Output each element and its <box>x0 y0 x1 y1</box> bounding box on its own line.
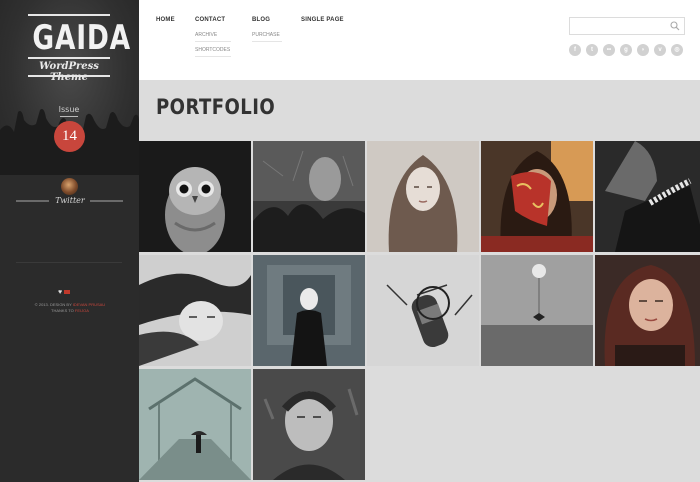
storm-portrait-image <box>253 141 365 252</box>
issue-number-badge[interactable]: 14 <box>54 121 85 152</box>
twitter-label[interactable]: Twitter <box>50 196 90 205</box>
logo-rule-top <box>28 14 110 16</box>
credits-author-link[interactable]: IDEVAN PRUSAU <box>73 302 105 307</box>
balloon-sea-image <box>481 255 593 366</box>
twitter-icon[interactable]: t <box>586 44 598 56</box>
issue-label: Issue <box>58 105 80 114</box>
nav-sub-divider <box>252 41 282 42</box>
umbrella-bridge-image <box>139 369 251 480</box>
nav-sub-shortcodes[interactable]: SHORTCODES <box>195 47 230 53</box>
nav-sub-archive[interactable]: ARCHIVE <box>195 32 217 38</box>
search-box <box>569 17 685 35</box>
portfolio-item-woman-in-rain[interactable] <box>253 369 365 480</box>
nav-sub-purchase[interactable]: PURCHASE <box>252 32 280 38</box>
nav-home[interactable]: HOME <box>156 17 175 23</box>
twitter-rule-left <box>16 200 49 202</box>
header: HOME CONTACT ARCHIVE SHORTCODES BLOG PUR… <box>139 0 700 80</box>
portfolio-item-umbrella-on-bridge[interactable] <box>139 369 251 480</box>
portfolio-item-lace-collar[interactable] <box>595 141 700 252</box>
nav-contact[interactable]: CONTACT <box>195 17 225 23</box>
page-title: PORTFOLIO <box>156 95 276 119</box>
issue-divider <box>60 116 78 117</box>
dribbble-icon[interactable]: ◎ <box>671 44 683 56</box>
portfolio-item-red-haired-woman[interactable] <box>595 255 700 366</box>
red-hair-portrait-image <box>595 255 700 366</box>
footer-credits: © 2013. DESIGN BY IDEVAN PRUSAU THANKS T… <box>20 302 120 314</box>
rain-portrait-image <box>253 369 365 480</box>
portfolio-item-woman-hair-blowing[interactable] <box>139 255 251 366</box>
twitter-rule-right <box>90 200 123 202</box>
thanks-prefix: THANKS TO <box>51 308 74 313</box>
rss-icon[interactable]: ◗ <box>637 44 649 56</box>
portfolio-item-woman-long-hair[interactable] <box>367 141 479 252</box>
heart-flag-row: ♥ <box>58 289 82 297</box>
logo-rule-middle <box>28 57 110 59</box>
owl-image <box>139 141 251 252</box>
masked-figure-image <box>253 255 365 366</box>
portfolio-item-microphone[interactable] <box>367 255 479 366</box>
portfolio-item-balloon-over-sea[interactable] <box>481 255 593 366</box>
vimeo-icon[interactable]: v <box>654 44 666 56</box>
nav-sub-divider <box>195 56 231 57</box>
portfolio-item-owl[interactable] <box>139 141 251 252</box>
sidebar: GAIDA WordPress Theme Issue 14 Twitter ♥… <box>0 0 139 482</box>
sidebar-divider <box>16 262 122 263</box>
mask-portrait-image <box>481 141 593 252</box>
thanks-author-link[interactable]: FEIJOA <box>75 308 89 313</box>
logo-rule-bottom <box>28 75 110 77</box>
twitter-avatar[interactable] <box>61 178 78 195</box>
logo-title[interactable]: GAIDA <box>32 18 130 58</box>
flickr-icon[interactable]: •• <box>603 44 615 56</box>
lace-collar-image <box>595 141 700 252</box>
google-icon[interactable]: g <box>620 44 632 56</box>
logo-subtitle: WordPress Theme <box>39 61 99 83</box>
search-input[interactable] <box>573 20 663 32</box>
nav-single-page[interactable]: SINGLE PAGE <box>301 17 344 23</box>
nav-blog[interactable]: BLOG <box>252 17 270 23</box>
portfolio-item-venetian-mask[interactable] <box>481 141 593 252</box>
facebook-icon[interactable]: f <box>569 44 581 56</box>
portfolio-item-masked-figure[interactable] <box>253 255 365 366</box>
nav-sub-divider <box>195 41 231 42</box>
portfolio-item-girl-in-storm[interactable] <box>253 141 365 252</box>
long-hair-portrait-image <box>367 141 479 252</box>
microphone-image <box>367 255 479 366</box>
hair-blowing-image <box>139 255 251 366</box>
heart-icon: ♥ <box>58 289 63 296</box>
credits-prefix: © 2013. DESIGN BY <box>34 302 72 307</box>
portfolio-grid <box>139 141 700 482</box>
flag-icon <box>64 290 71 295</box>
search-icon[interactable] <box>670 21 680 31</box>
